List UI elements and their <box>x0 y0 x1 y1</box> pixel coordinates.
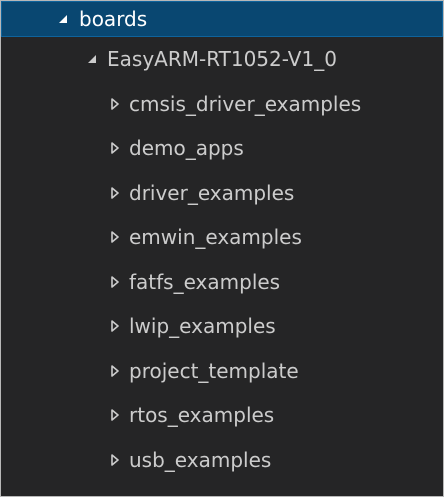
tree-item-folder[interactable]: usb_examples <box>1 438 443 483</box>
tree-item-label: usb_examples <box>129 447 272 472</box>
collapsed-triangle-icon[interactable] <box>108 304 122 349</box>
tree-item-label: fatfs_examples <box>129 269 281 294</box>
tree-item-label: driver_examples <box>129 180 295 205</box>
tree-item-label: cmsis_driver_examples <box>129 91 362 116</box>
collapsed-triangle-icon[interactable] <box>108 82 122 127</box>
tree-item-label: EasyARM-RT1052-V1_0 <box>107 47 337 71</box>
tree-item-folder[interactable]: emwin_examples <box>1 215 443 260</box>
tree-item-folder[interactable]: cmsis_driver_examples <box>1 82 443 127</box>
collapsed-triangle-icon[interactable] <box>108 260 122 305</box>
tree-item-folder[interactable]: lwip_examples <box>1 304 443 349</box>
collapsed-triangle-icon[interactable] <box>108 393 122 438</box>
tree-item-label: boards <box>79 7 148 31</box>
tree-item-label: lwip_examples <box>129 314 276 338</box>
file-tree: boards EasyARM-RT1052-V1_0 <box>1 1 443 82</box>
tree-item-folder[interactable]: project_template <box>1 349 443 394</box>
expanded-triangle-icon[interactable] <box>56 1 70 37</box>
collapsed-triangle-icon[interactable] <box>108 438 122 483</box>
tree-item-label: emwin_examples <box>129 225 302 249</box>
tree-item-boards[interactable]: boards <box>1 1 443 37</box>
collapsed-triangle-icon[interactable] <box>108 171 122 216</box>
collapsed-triangle-icon[interactable] <box>108 126 122 171</box>
file-tree-children: cmsis_driver_examples demo_apps driver_exa… <box>1 82 443 483</box>
expanded-triangle-icon[interactable] <box>85 37 99 82</box>
tree-item-folder[interactable]: driver_examples <box>1 171 443 216</box>
explorer-panel: boards EasyARM-RT1052-V1_0 cmsis_driver_… <box>0 0 444 497</box>
tree-item-board[interactable]: EasyARM-RT1052-V1_0 <box>1 37 443 82</box>
tree-item-folder[interactable]: demo_apps <box>1 126 443 171</box>
collapsed-triangle-icon[interactable] <box>108 215 122 260</box>
tree-item-label: project_template <box>129 358 299 383</box>
tree-item-label: demo_apps <box>129 136 244 160</box>
tree-item-folder[interactable]: fatfs_examples <box>1 260 443 305</box>
collapsed-triangle-icon[interactable] <box>108 349 122 394</box>
tree-item-label: rtos_examples <box>129 403 275 427</box>
tree-item-folder[interactable]: rtos_examples <box>1 393 443 438</box>
